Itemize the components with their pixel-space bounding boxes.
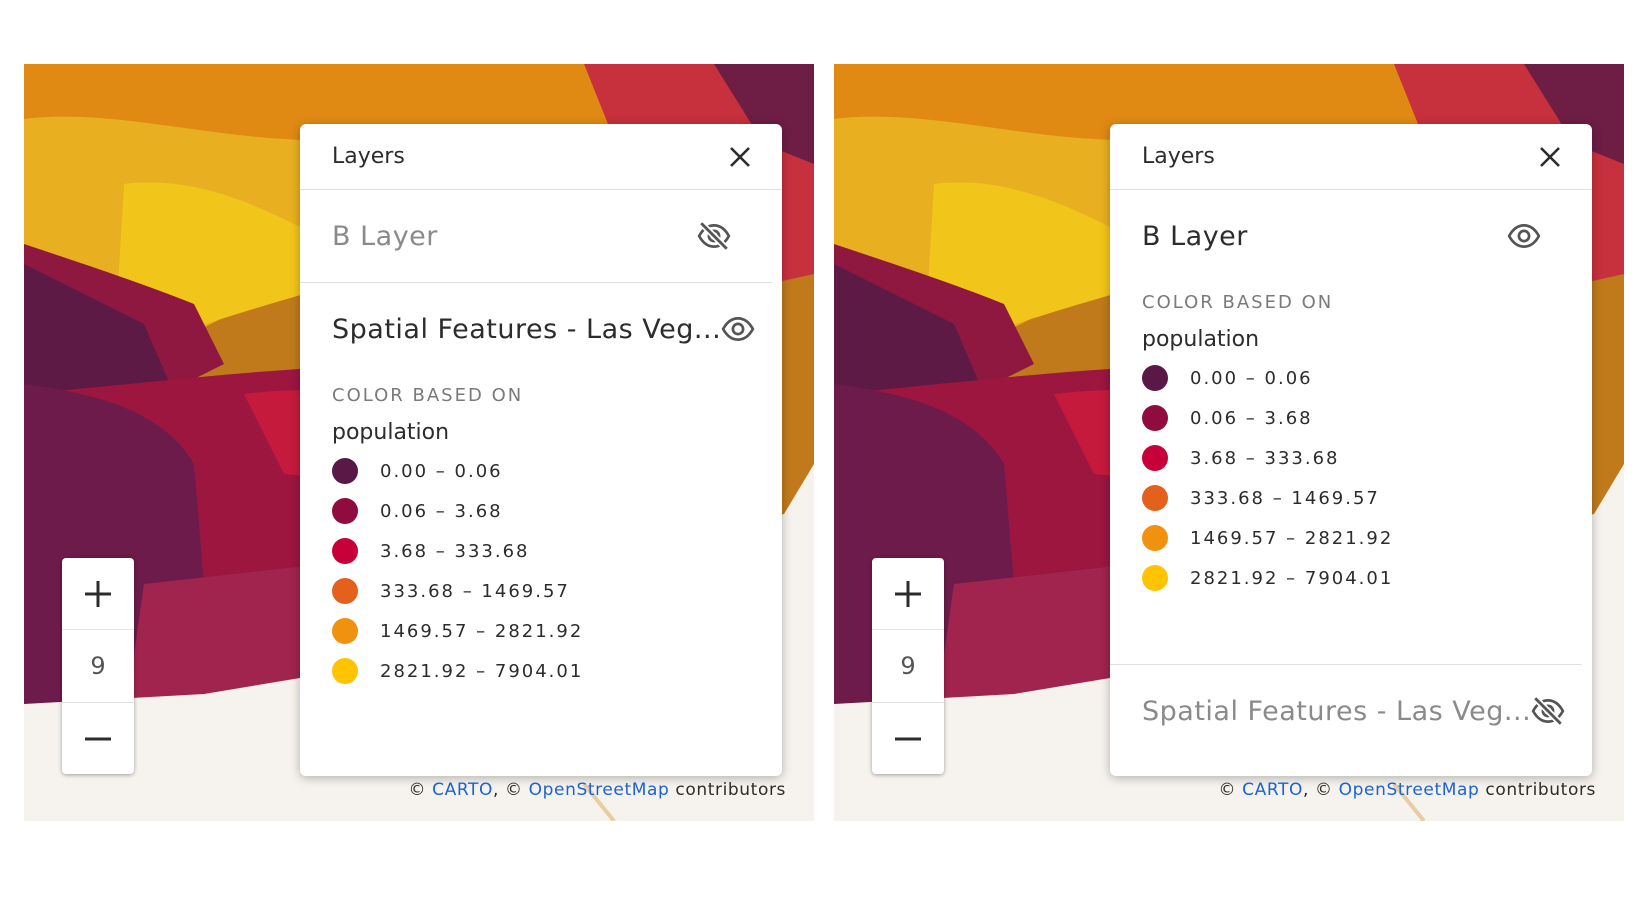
layer-visibility-toggle[interactable] [721,311,755,347]
legend-item: 0.06 – 3.68 [1142,398,1560,438]
legend-item: 2821.92 – 7904.01 [332,651,750,691]
legend-label: 333.68 – 1469.57 [380,580,570,602]
legend-label: 0.06 – 3.68 [380,500,503,522]
zoom-out-button[interactable] [872,703,944,774]
legend-color-swatch [332,578,358,604]
zoom-in-button[interactable] [872,558,944,629]
legend-item: 333.68 – 1469.57 [332,571,750,611]
panel-header: Layers [1110,124,1592,190]
copyright-symbol: © [408,780,427,800]
legend-item: 1469.57 – 2821.92 [1142,518,1560,558]
panel-title: Layers [1142,144,1215,169]
legend-field: population [1142,327,1260,352]
layer-name: B Layer [332,220,438,252]
legend-item: 3.68 – 333.68 [332,531,750,571]
legend-item: 333.68 – 1469.57 [1142,478,1560,518]
openstreetmap-link[interactable]: OpenStreetMap [1339,780,1480,800]
legend-label: 0.06 – 3.68 [1190,407,1313,429]
layer-legend: COLOR BASED ON population 0.00 – 0.06 0.0… [1142,292,1560,664]
panel-title: Layers [332,144,405,169]
copyright-symbol: © [1315,780,1333,800]
legend-items: 0.00 – 0.06 0.06 – 3.68 3.68 – 333.68 333.6… [1142,358,1560,598]
legend-item: 0.00 – 0.06 [1142,358,1560,398]
legend-label: 2821.92 – 7904.01 [1190,567,1394,589]
legend-color-swatch [1142,405,1168,431]
eye-off-icon [697,219,731,253]
layer-legend: COLOR BASED ON population 0.00 – 0.06 0.0… [332,385,750,691]
attribution-separator: , [1303,780,1316,800]
map-attribution: © CARTO, © OpenStreetMap contributors [1219,780,1596,800]
layer-item-b: B Layer COLOR BASED ON population 0.00 –… [1110,190,1592,664]
legend-color-swatch [332,618,358,644]
carto-link[interactable]: CARTO [1242,780,1303,800]
legend-color-swatch [1142,365,1168,391]
minus-icon [85,737,111,740]
close-panel-button[interactable] [1536,143,1564,171]
legend-label: 0.00 – 0.06 [380,460,503,482]
legend-color-swatch [332,498,358,524]
minus-icon [895,737,921,740]
legend-label: 0.00 – 0.06 [1190,367,1313,389]
copyright-symbol: © [1218,780,1237,800]
layer-name: Spatial Features - Las Veg... [332,313,722,345]
zoom-out-button[interactable] [62,703,134,774]
layer-item-b: B Layer [300,190,782,282]
layer-name: B Layer [1142,220,1248,252]
legend-color-swatch [1142,485,1168,511]
legend-items: 0.00 – 0.06 0.06 – 3.68 3.68 – 333.68 333.6… [332,451,750,691]
legend-color-swatch [332,538,358,564]
legend-color-swatch [1142,565,1168,591]
layers-panel: Layers B Layer COLOR BASED ON population… [1110,124,1592,776]
plus-icon [895,580,921,607]
attribution-contributors: contributors [1479,780,1596,800]
legend-item: 0.06 – 3.68 [332,491,750,531]
zoom-in-button[interactable] [62,558,134,629]
legend-item: 2821.92 – 7904.01 [1142,558,1560,598]
close-icon [730,146,750,167]
legend-color-swatch [332,658,358,684]
legend-label: 2821.92 – 7904.01 [380,660,584,682]
openstreetmap-link[interactable]: OpenStreetMap [529,780,670,800]
close-panel-button[interactable] [726,143,754,171]
legend-heading: COLOR BASED ON [332,385,524,406]
copyright-symbol: © [505,780,523,800]
carto-link[interactable]: CARTO [432,780,493,800]
eye-off-icon [1531,694,1565,728]
layers-panel: Layers B Layer Spatial Features - Las Ve… [300,124,782,776]
zoom-control: 9 [62,558,134,774]
layer-visibility-toggle[interactable] [696,218,732,254]
eye-icon [1507,219,1541,253]
map-view-left[interactable]: 9 Layers B Layer Spatial Features - Las … [24,64,814,821]
attribution-separator: , [493,780,506,800]
legend-color-swatch [1142,525,1168,551]
legend-item: 1469.57 – 2821.92 [332,611,750,651]
attribution-contributors: contributors [669,780,786,800]
layer-item-spatial-features: Spatial Features - Las Veg... COLOR BASE… [300,283,782,691]
map-view-right[interactable]: 9 Layers B Layer COLOR BASED ON populati… [834,64,1624,821]
legend-label: 333.68 – 1469.57 [1190,487,1380,509]
legend-label: 1469.57 – 2821.92 [1190,527,1394,549]
layer-name: Spatial Features - Las Veg... [1142,695,1532,727]
layer-visibility-toggle[interactable] [1506,218,1542,254]
zoom-control: 9 [872,558,944,774]
legend-color-swatch [332,458,358,484]
legend-label: 1469.57 – 2821.92 [380,620,584,642]
legend-label: 3.68 – 333.68 [1190,447,1340,469]
legend-label: 3.68 – 333.68 [380,540,530,562]
close-icon [1540,146,1560,167]
eye-icon [721,312,755,346]
legend-heading: COLOR BASED ON [1142,292,1334,313]
layer-item-spatial-features: Spatial Features - Las Veg... [1110,665,1592,757]
map-attribution: © CARTO, © OpenStreetMap contributors [409,780,786,800]
legend-item: 3.68 – 333.68 [1142,438,1560,478]
layer-visibility-toggle[interactable] [1531,693,1565,729]
legend-color-swatch [1142,445,1168,471]
legend-item: 0.00 – 0.06 [332,451,750,491]
panel-header: Layers [300,124,782,190]
legend-field: population [332,420,450,445]
zoom-level-value: 9 [62,629,134,703]
plus-icon [85,580,111,607]
zoom-level-value: 9 [872,629,944,703]
